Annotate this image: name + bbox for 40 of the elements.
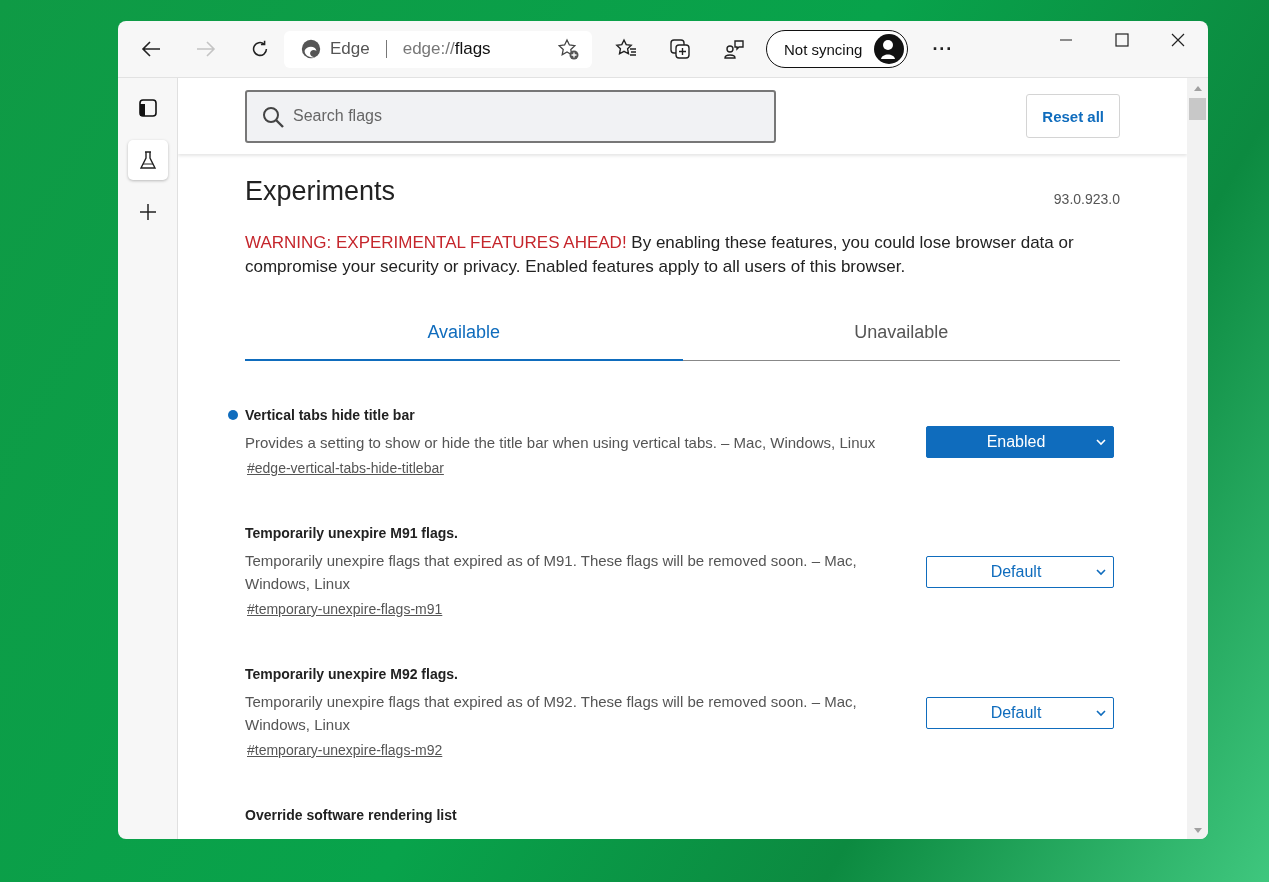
tab[interactable]: Available [245, 305, 683, 361]
plus-icon [137, 202, 158, 222]
flag-link[interactable]: #edge-vertical-tabs-hide-titlebar [247, 460, 444, 476]
add-favorite-icon[interactable] [556, 37, 580, 61]
flag-title: Override software rendering list [245, 807, 458, 823]
chevron-icon [1095, 436, 1107, 448]
flag-title: Temporarily unexpire M92 flags. [245, 666, 459, 682]
flag-title: Temporarily unexpire M91 flags. [245, 525, 459, 541]
version-text: 93.0.923.0 [1053, 191, 1120, 207]
flag-link[interactable]: #temporary-unexpire-flags-m91 [247, 601, 443, 617]
address-bar[interactable]: Edge edge://flags [284, 30, 592, 68]
reset-all-button[interactable]: Reset all [1026, 94, 1120, 138]
flag-description: Temporarily unexpire flags that expired as of M92. These flags will be removed soon. – Mac, Windows, Linux [245, 692, 858, 735]
search-field[interactable]: Search flags [245, 89, 776, 143]
browser-logo-icon [300, 38, 322, 60]
tabs-icon [137, 98, 158, 118]
flask-button[interactable] [127, 140, 168, 180]
flask-icon [137, 150, 158, 170]
tab[interactable]: Unavailable [682, 305, 1120, 361]
flag-link[interactable]: #temporary-unexpire-flags-m92 [247, 742, 443, 758]
maximize-icon[interactable] [1114, 32, 1130, 48]
url-text: edge://flags [402, 39, 491, 59]
scrollbar[interactable] [1187, 78, 1208, 839]
search-icon [261, 104, 285, 129]
flag-dropdown[interactable]: Default [926, 555, 1114, 588]
warning-paragraph: WARNING: EXPERIMENTAL FEATURES AHEAD! By enabling these features, you could lose browser data or compromise your security or privacy. Enabled features apply to all users of this browser. [245, 232, 1075, 278]
flag-dropdown[interactable]: Default [926, 696, 1114, 729]
scrollbar-thumb[interactable] [1189, 98, 1206, 120]
flag-title: Vertical tabs hide title bar [245, 407, 886, 423]
avatar-icon [874, 34, 905, 64]
collections-icon[interactable] [668, 37, 692, 61]
more-button[interactable]: ··· [926, 37, 960, 61]
close-icon[interactable] [1170, 32, 1186, 48]
page-title: Experiments [245, 176, 396, 207]
flag-description: Temporarily unexpire flags that expired as of M91. These flags will be removed soon. – Mac, Windows, Linux [245, 551, 858, 594]
flag-description: Provides a setting to show or hide the title bar when using vertical tabs. – Mac, Windows, Linux [245, 433, 877, 453]
profile-button[interactable]: Not syncing [766, 30, 909, 68]
site-name: Edge [330, 39, 370, 59]
flag-dropdown[interactable]: Enabled [926, 426, 1114, 458]
feedback-icon[interactable] [722, 37, 746, 61]
